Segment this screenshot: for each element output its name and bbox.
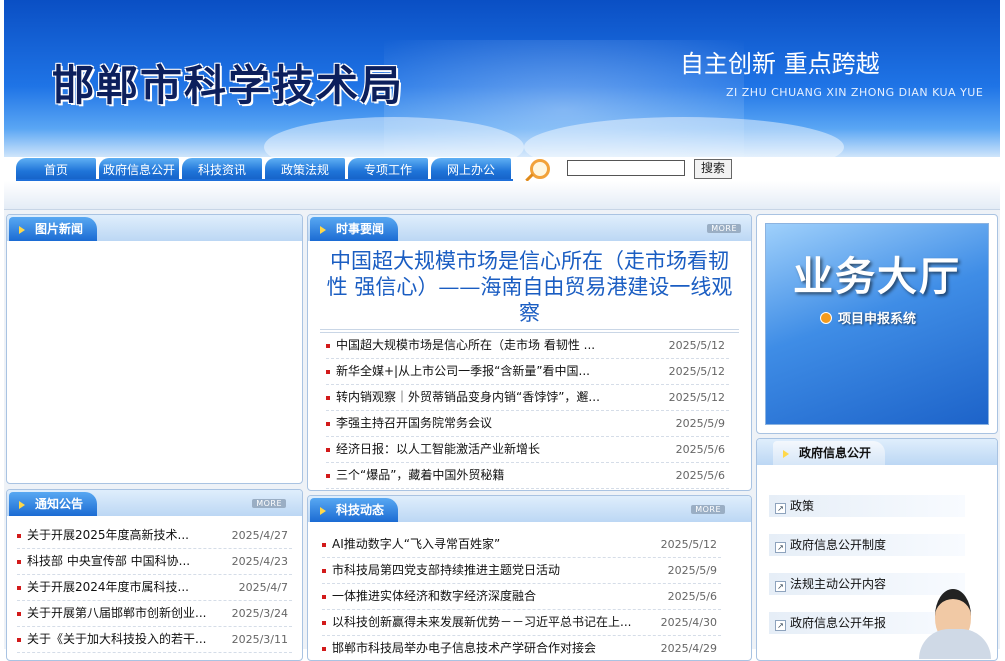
bullet-dot-icon (820, 312, 832, 324)
bullet-icon (326, 396, 330, 400)
site-title: 邯郸市科学技术局 (52, 61, 405, 110)
nav-tab-gov-info[interactable]: 政府信息公开 (99, 158, 179, 180)
arrow-icon: ↗ (775, 620, 786, 631)
project-application-link[interactable]: 项目申报系统 (820, 308, 916, 327)
bullet-icon (322, 569, 326, 573)
nav-tab-online-office[interactable]: 网上办公 (431, 158, 511, 180)
bullet-icon (326, 448, 330, 452)
headline-link[interactable]: 中国超大规模市场是信心所在（走市场看韧性 强信心）——海南自由贸易港建设一线观察 (322, 248, 737, 326)
nav-tab-policy[interactable]: 政策法规 (265, 158, 345, 180)
notices-panel: 通知公告 MORE 关于开展2025年度高新技术... 2025/4/27 科技部… (6, 489, 303, 661)
bullet-icon (326, 370, 330, 374)
nav-tab-tech-info[interactable]: 科技资讯 (182, 158, 262, 180)
list-item[interactable]: 转内销观察｜外贸蒂销品变身内销“香饽饽”，邂... 2025/5/12 (326, 385, 729, 411)
bullet-icon (326, 344, 330, 348)
search-button[interactable]: 搜索 (694, 159, 732, 179)
service-hall-panel: 业务大厅 项目申报系统 (756, 214, 998, 434)
bullet-icon (322, 595, 326, 599)
list-item[interactable]: 科技部 中央宣传部 中国科协... 2025/4/23 (17, 549, 292, 575)
panel-header: 时事要闻 MORE (308, 215, 751, 241)
search-input[interactable] (567, 160, 685, 176)
list-item[interactable]: AI推动数字人“飞入寻常百姓家” 2025/5/12 (322, 532, 721, 558)
notices-more-link[interactable]: MORE (252, 499, 286, 508)
nav-tab-home[interactable]: 首页 (16, 158, 96, 180)
list-item[interactable]: 三个“爆品”，藏着中国外贸秘籍 2025/5/6 (326, 463, 729, 489)
bullet-icon (326, 422, 330, 426)
list-item[interactable]: 关于《关于加大科技投入的若干... 2025/3/11 (17, 627, 292, 653)
bullet-icon (17, 612, 21, 616)
bullet-icon (17, 534, 21, 538)
bullet-icon (322, 647, 326, 651)
notices-list: 关于开展2025年度高新技术... 2025/4/27 科技部 中央宣传部 中国科… (17, 523, 292, 653)
person-photo (919, 589, 991, 659)
gov-info-item-policy[interactable]: ↗ 政策 (769, 495, 965, 517)
sub-bar (4, 181, 1000, 210)
panel-header: 政府信息公开 (757, 439, 997, 465)
arrow-icon: ↗ (775, 581, 786, 592)
gov-info-panel: 政府信息公开 ↗ 政策 ↗ 政府信息公开制度 ↗ 法规主动公开内容 ↗ 政府信息公开年报 (756, 438, 998, 661)
list-item[interactable]: 关于开展2024年度市属科技... 2025/4/7 (17, 575, 292, 601)
panel-header: 通知公告 MORE (7, 490, 302, 516)
list-item[interactable]: 关于开展2025年度高新技术... 2025/4/27 (17, 523, 292, 549)
nav-tab-special-work[interactable]: 专项工作 (348, 158, 428, 180)
search-icon (530, 159, 550, 179)
gov-info-title: 政府信息公开 (773, 441, 886, 465)
list-item[interactable]: 关于开展第八届邯郸市创新创业... 2025/3/24 (17, 601, 292, 627)
current-affairs-panel: 时事要闻 MORE 中国超大规模市场是信心所在（走市场看韧性 强信心）——海南自… (307, 214, 752, 491)
photo-news-panel: 图片新闻 (6, 214, 303, 484)
service-hall-banner[interactable]: 业务大厅 项目申报系统 (765, 223, 989, 425)
tech-news-more-link[interactable]: MORE (691, 505, 725, 514)
list-item[interactable]: 以科技创新赢得未来发展新优势－－习近平总书记在上... 2025/4/30 (322, 610, 721, 636)
tech-news-title: 科技动态 (310, 498, 399, 522)
photo-news-title: 图片新闻 (9, 217, 98, 241)
arrow-icon: ↗ (775, 542, 786, 553)
panel-header: 图片新闻 (7, 215, 302, 241)
slogan-pinyin: ZI ZHU CHUANG XIN ZHONG DIAN KUA YUE (726, 86, 984, 99)
slogan: 自主创新 重点跨越 (680, 50, 880, 78)
bullet-icon (17, 586, 21, 590)
bullet-icon (322, 621, 326, 625)
list-item[interactable]: 市科技局第四党支部持续推进主题党日活动 2025/5/9 (322, 558, 721, 584)
page-frame: 邯郸市科学技术局 自主创新 重点跨越 ZI ZHU CHUANG XIN ZHO… (4, 0, 1000, 661)
service-hall-title: 业务大厅 (793, 254, 961, 300)
gov-info-item-system[interactable]: ↗ 政府信息公开制度 (769, 534, 965, 556)
tech-news-panel: 科技动态 MORE AI推动数字人“飞入寻常百姓家” 2025/5/12 市科技局… (307, 495, 752, 661)
current-affairs-list: 中国超大规模市场是信心所在（走市场 看韧性 ... 2025/5/12 新华全媒+… (326, 333, 729, 489)
header-banner: 邯郸市科学技术局 自主创新 重点跨越 ZI ZHU CHUANG XIN ZHO… (4, 0, 1000, 157)
arrow-icon: ↗ (775, 503, 786, 514)
bullet-icon (17, 638, 21, 642)
list-item[interactable]: 李强主持召开国务院常务会议 2025/5/9 (326, 411, 729, 437)
list-item[interactable]: 新华全媒+|从上市公司一季报“含新量”看中国... 2025/5/12 (326, 359, 729, 385)
current-affairs-title: 时事要闻 (310, 217, 399, 241)
list-item[interactable]: 中国超大规模市场是信心所在（走市场 看韧性 ... 2025/5/12 (326, 333, 729, 359)
list-item[interactable]: 经济日报：以人工智能激活产业新增长 2025/5/6 (326, 437, 729, 463)
current-affairs-more-link[interactable]: MORE (707, 224, 741, 233)
main-nav: 首页 政府信息公开 科技资讯 政策法规 专项工作 网上办公 (4, 157, 1000, 181)
panel-header: 科技动态 MORE (308, 496, 751, 522)
notices-title: 通知公告 (9, 492, 98, 516)
bullet-icon (322, 543, 326, 547)
tech-news-list: AI推动数字人“飞入寻常百姓家” 2025/5/12 市科技局第四党支部持续推进主… (322, 532, 721, 660)
list-item[interactable]: 一体推进实体经济和数字经济深度融合 2025/5/6 (322, 584, 721, 610)
person-shirt (919, 629, 991, 659)
bullet-icon (17, 560, 21, 564)
bullet-icon (326, 474, 330, 478)
